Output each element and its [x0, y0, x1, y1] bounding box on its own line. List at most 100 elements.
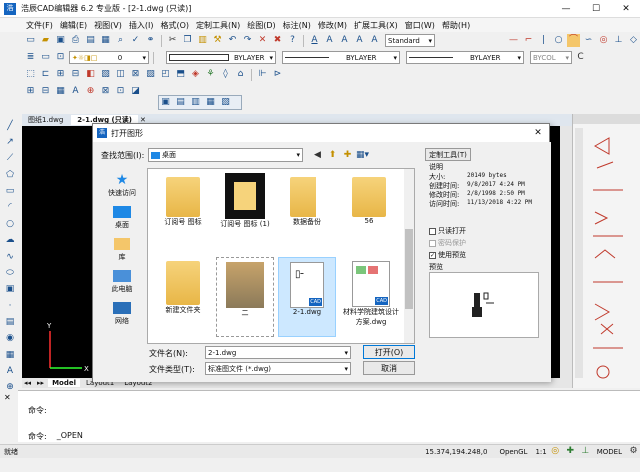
- text-style-combo[interactable]: Standard ▾: [385, 34, 435, 47]
- menu-modify[interactable]: 修改(M): [318, 20, 347, 31]
- file-item[interactable]: 新建文件夹: [154, 257, 212, 337]
- preview-icon[interactable]: ▦: [99, 34, 112, 47]
- copy-icon[interactable]: ❐: [181, 34, 194, 47]
- tool-e-icon[interactable]: ◧: [84, 68, 97, 81]
- text-scale-icon[interactable]: A: [353, 34, 366, 47]
- menu-draw[interactable]: 绘图(D): [247, 20, 275, 31]
- ellipse-tool-icon[interactable]: ⬭: [4, 267, 17, 279]
- circle-tool-icon[interactable]: ○: [4, 218, 17, 230]
- menu-help[interactable]: 帮助(H): [442, 20, 470, 31]
- erase-icon[interactable]: ✕: [256, 34, 269, 47]
- polyline-icon[interactable]: ⌐: [522, 34, 535, 47]
- open-icon[interactable]: ▰: [39, 34, 52, 47]
- print-icon[interactable]: ⎙: [69, 34, 82, 47]
- region-tool-icon[interactable]: ◉: [4, 333, 17, 345]
- new-icon[interactable]: ▭: [24, 34, 37, 47]
- refresh-icon[interactable]: C: [574, 51, 587, 64]
- place-desktop[interactable]: 桌面: [111, 204, 133, 230]
- use-preview-checkbox[interactable]: ✓ 使用预览: [429, 250, 466, 260]
- tool-n-icon[interactable]: ◊: [219, 68, 232, 81]
- filetype-select[interactable]: 标准图文件 (*.dwg) ▾: [205, 362, 351, 375]
- stop-icon[interactable]: ✖: [271, 34, 284, 47]
- close-command-icon[interactable]: ✕: [4, 393, 11, 402]
- extra-g-icon[interactable]: ⊡: [114, 85, 127, 98]
- help-icon[interactable]: ?: [286, 34, 299, 47]
- file-list-scrollbar[interactable]: [404, 169, 414, 343]
- view-menu-icon[interactable]: ▦▾: [356, 149, 369, 162]
- readonly-checkbox[interactable]: 只读打开: [429, 226, 466, 236]
- pline-tool-icon[interactable]: ⟋: [4, 153, 17, 165]
- layer-manager-icon[interactable]: ≣: [24, 51, 37, 64]
- extra-e-icon[interactable]: ⊕: [84, 85, 97, 98]
- ortho-icon[interactable]: ⊥: [612, 34, 625, 47]
- polygon-tool-icon[interactable]: ⬠: [4, 169, 17, 181]
- password-checkbox[interactable]: 密码保护: [429, 238, 466, 248]
- donut-icon[interactable]: ◎: [597, 34, 610, 47]
- look-in-combo[interactable]: 桌面 ▾: [148, 148, 303, 162]
- filename-input[interactable]: 2-1.dwg ▾: [205, 346, 351, 359]
- scale-indicator[interactable]: 1:1: [535, 448, 546, 456]
- layer-combo[interactable]: ✦☼◨□ 0 ▾: [69, 51, 149, 64]
- nav-first-icon[interactable]: ◂◂: [22, 379, 33, 387]
- spell-icon[interactable]: ✓: [129, 34, 142, 47]
- mtext-tool-icon[interactable]: A: [4, 365, 17, 377]
- extra-a-icon[interactable]: ⊞: [24, 85, 37, 98]
- tool-i-icon[interactable]: ▨: [144, 68, 157, 81]
- tool-m-icon[interactable]: ⚘: [204, 68, 217, 81]
- tool-l-icon[interactable]: ◈: [189, 68, 202, 81]
- extra-f-icon[interactable]: ⊠: [99, 85, 112, 98]
- plot-icon[interactable]: ▤: [84, 34, 97, 47]
- scrollbar-thumb[interactable]: [405, 229, 413, 309]
- tool-f-icon[interactable]: ▧: [99, 68, 112, 81]
- extra-c-icon[interactable]: ▦: [54, 85, 67, 98]
- ray-tool-icon[interactable]: ↗: [4, 136, 17, 148]
- text-justify-icon[interactable]: A: [368, 34, 381, 47]
- redo-icon[interactable]: ↷: [241, 34, 254, 47]
- arc-tool-icon[interactable]: ◜: [4, 202, 17, 214]
- close-button[interactable]: ✕: [612, 4, 640, 14]
- cloud-tool-icon[interactable]: ☁: [4, 235, 17, 247]
- layer-match-icon[interactable]: ⊡: [54, 51, 67, 64]
- lineweight-combo[interactable]: BYLAYER ▾: [406, 51, 524, 64]
- tool-d-icon[interactable]: ⊟: [69, 68, 82, 81]
- layer-prev-icon[interactable]: ▭: [39, 51, 52, 64]
- doc-tab[interactable]: 图纸1.dwg: [22, 115, 69, 125]
- line-tool-icon[interactable]: ╱: [4, 120, 17, 132]
- table-tool-icon[interactable]: ▦: [4, 349, 17, 361]
- back-icon[interactable]: ◀: [311, 149, 324, 162]
- file-item[interactable]: 56: [340, 173, 398, 251]
- tool-k-icon[interactable]: ⬒: [174, 68, 187, 81]
- snap-status-icon[interactable]: ◎: [549, 445, 562, 458]
- float-c-icon[interactable]: ▥: [189, 96, 202, 109]
- extra-d-icon[interactable]: A: [69, 85, 82, 98]
- spline-tool-icon[interactable]: ∿: [4, 251, 17, 263]
- save-icon[interactable]: ▣: [54, 34, 67, 47]
- block-tool-icon[interactable]: ▣: [4, 284, 17, 296]
- up-folder-icon[interactable]: ⬆: [326, 149, 339, 162]
- linetype-combo[interactable]: BYLAYER ▾: [282, 51, 400, 64]
- new-folder-icon[interactable]: ✚: [341, 149, 354, 162]
- menu-extend-tools[interactable]: 扩展工具(X): [354, 20, 398, 31]
- tool-p-icon[interactable]: ⊩: [256, 68, 269, 81]
- float-e-icon[interactable]: ▧: [219, 96, 232, 109]
- plotstyle-combo[interactable]: BYCOL ▾: [530, 51, 572, 64]
- snap-icon[interactable]: ◇: [627, 34, 640, 47]
- custom-tools-button[interactable]: 定制工具(T): [425, 148, 471, 161]
- place-library[interactable]: 库: [112, 236, 132, 262]
- ortho-status-icon[interactable]: ⊥: [579, 445, 592, 458]
- file-item[interactable]: CAD 材料学院建筑设计方案.dwg: [340, 257, 402, 337]
- file-item[interactable]: 二: [216, 257, 274, 337]
- cancel-button[interactable]: 取消: [363, 361, 415, 375]
- circle-icon[interactable]: ○: [552, 34, 565, 47]
- cut-icon[interactable]: ✂: [166, 34, 179, 47]
- file-item[interactable]: 订阅号 图标 (1): [216, 173, 274, 251]
- arc-icon[interactable]: ⌒: [567, 34, 580, 47]
- tool-o-icon[interactable]: ⌂: [234, 68, 247, 81]
- grid-status-icon[interactable]: ✚: [564, 445, 577, 458]
- tool-a-icon[interactable]: ⬚: [24, 68, 37, 81]
- text-mtext-icon[interactable]: A: [323, 34, 336, 47]
- menu-view[interactable]: 视图(V): [94, 20, 122, 31]
- dialog-close-button[interactable]: ✕: [527, 128, 549, 138]
- menu-window[interactable]: 窗口(W): [405, 20, 435, 31]
- tab-model[interactable]: Model: [48, 379, 80, 387]
